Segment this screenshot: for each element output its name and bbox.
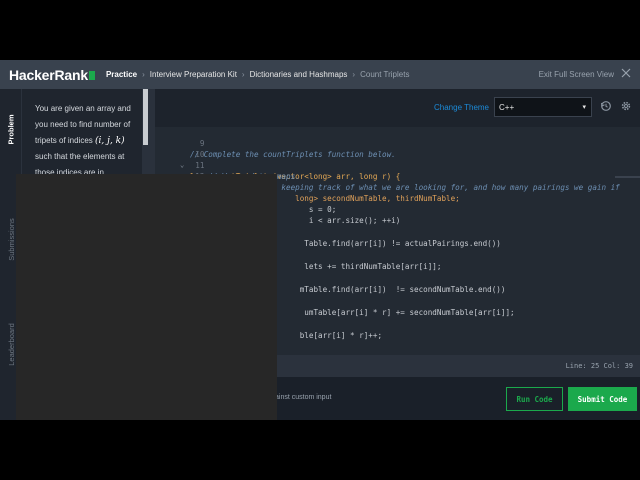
breadcrumb-interview-kit[interactable]: Interview Preparation Kit xyxy=(150,70,237,79)
logo-mark xyxy=(88,71,95,80)
tab-problem[interactable]: Problem xyxy=(0,99,22,159)
breadcrumb: Practice › Interview Preparation Kit › D… xyxy=(106,70,410,79)
run-code-button[interactable]: Run Code xyxy=(506,387,563,411)
line-number: 10 xyxy=(195,150,205,159)
hackerrank-logo[interactable]: HackerRank xyxy=(0,67,95,83)
custom-input-label[interactable]: ainst custom input xyxy=(275,394,331,401)
tab-problem-label: Problem xyxy=(6,113,16,145)
horizontal-scrollbar[interactable] xyxy=(615,176,640,178)
language-select[interactable]: C++ ▾ xyxy=(494,97,592,117)
code-line: 9 // Complete the countTriplets function… xyxy=(155,127,396,159)
code-line: 12 // First map is keeping track of what… xyxy=(155,160,619,192)
code-line: 11 // We need two maps. xyxy=(155,149,299,181)
top-bar: HackerRank Practice › Interview Preparat… xyxy=(0,60,640,89)
breadcrumb-current: Count Triplets xyxy=(360,70,410,79)
chevron-right-icon: › xyxy=(352,70,356,79)
hackerrank-window: HackerRank Practice › Interview Preparat… xyxy=(0,60,640,420)
exit-fullscreen-link[interactable]: Exit Full Screen View xyxy=(539,70,614,79)
code-line: 10 ⌄ long countTriplets(vector<long> arr… xyxy=(155,138,400,181)
breadcrumb-practice[interactable]: Practice xyxy=(106,70,137,79)
breadcrumb-dictionaries[interactable]: Dictionaries and Hashmaps xyxy=(250,70,348,79)
logo-text: HackerRank xyxy=(9,66,88,83)
chevron-right-icon: › xyxy=(241,70,245,79)
indices-math: (i, j, k) xyxy=(95,136,125,146)
editor-toolbar: Change Theme C++ ▾ xyxy=(155,89,640,127)
code-text: // Complete the countTriplets function b… xyxy=(190,150,396,159)
chevron-right-icon: › xyxy=(142,70,145,79)
tab-submissions-label: Submissions xyxy=(6,217,16,261)
problem-statement: You are given an array and you need to f… xyxy=(35,101,135,181)
close-icon[interactable] xyxy=(621,68,631,78)
language-value: C++ xyxy=(499,102,515,112)
line-number: 11 xyxy=(195,161,205,170)
reset-icon[interactable] xyxy=(600,100,612,112)
chevron-down-icon: ▾ xyxy=(582,104,586,111)
change-theme-link[interactable]: Change Theme xyxy=(434,103,489,112)
cursor-position: Line: 25 Col: 39 xyxy=(565,362,633,370)
tab-leaderboard-label: Leaderboard xyxy=(6,322,16,366)
video-overlay xyxy=(16,174,277,420)
scrollbar-thumb[interactable] xyxy=(143,89,148,145)
line-number: 9 xyxy=(199,139,205,148)
gear-icon[interactable] xyxy=(620,100,632,112)
submit-code-button[interactable]: Submit Code xyxy=(568,387,637,411)
